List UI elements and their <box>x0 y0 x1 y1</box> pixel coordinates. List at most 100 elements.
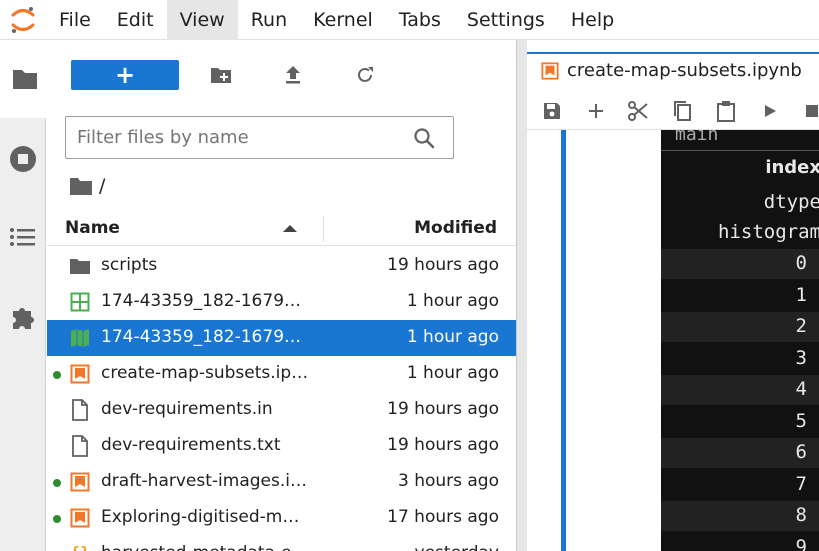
menu-tabs[interactable]: Tabs <box>386 0 454 40</box>
upload-button[interactable] <box>279 61 307 89</box>
output-row-dtype: dtype <box>661 188 819 218</box>
output-row-index: 4 <box>795 378 807 400</box>
file-name: draft-harvest-images.i… <box>101 471 307 491</box>
extensions-tab[interactable] <box>0 278 46 356</box>
home-folder-icon[interactable] <box>69 176 93 196</box>
breadcrumb: / <box>69 174 105 198</box>
file-browser-tab[interactable] <box>0 40 46 118</box>
file-list: scripts 19 hours ago 174-43359_182-1679…… <box>47 248 516 551</box>
cell-output: main index dtype histogram 0 1 2 3 4 5 6… <box>661 130 819 551</box>
modified-column-header[interactable]: Modified <box>414 218 497 238</box>
notebook-icon <box>69 363 91 385</box>
stop-circle-icon <box>10 146 36 172</box>
output-row-index: 3 <box>795 347 807 369</box>
file-row-create-map-subsets[interactable]: create-map-subsets.ip… 1 hour ago <box>47 356 516 392</box>
notebook-tab-label: create-map-subsets.ipynb <box>567 60 802 81</box>
save-button[interactable] <box>539 98 565 124</box>
output-table-header: index <box>661 150 819 186</box>
new-folder-icon <box>211 68 231 83</box>
active-cell-indicator[interactable] <box>561 130 566 551</box>
file-row-dev-requirements-in[interactable]: dev-requirements.in 19 hours ago <box>47 392 516 428</box>
file-row-exploring-digitised[interactable]: Exploring-digitised-m… 17 hours ago <box>47 500 516 536</box>
puzzle-icon <box>13 308 34 329</box>
stop-icon <box>806 105 818 117</box>
output-row-histogram: histogram <box>661 218 819 248</box>
new-launcher-button[interactable]: + <box>71 60 179 90</box>
notebook-panel: create-map-subsets.ipynb main index dtyp… <box>527 40 819 551</box>
output-row: 7 <box>661 470 819 500</box>
file-name: harvested-metadata-e… <box>101 543 319 551</box>
cut-cell-button[interactable] <box>625 98 651 124</box>
file-name: dev-requirements.in <box>101 399 273 419</box>
output-row-index: 6 <box>795 441 807 463</box>
refresh-icon <box>358 67 373 82</box>
column-divider[interactable] <box>323 216 324 242</box>
menu-run[interactable]: Run <box>238 0 300 40</box>
output-row: 6 <box>661 438 819 468</box>
sort-ascending-icon <box>283 225 297 232</box>
table-of-contents-tab[interactable] <box>0 198 46 276</box>
panel-splitter[interactable] <box>517 40 527 551</box>
paste-cell-button[interactable] <box>713 98 739 124</box>
running-sessions-tab[interactable] <box>0 120 46 198</box>
output-row-index: 9 <box>795 536 807 551</box>
file-row-draft-harvest-images[interactable]: draft-harvest-images.i… 3 hours ago <box>47 464 516 500</box>
file-modified: 3 hours ago <box>397 471 499 491</box>
notebook-tab[interactable]: create-map-subsets.ipynb <box>527 52 819 88</box>
menu-edit[interactable]: Edit <box>104 0 167 40</box>
filter-box <box>65 116 454 159</box>
output-row-index: 8 <box>795 504 807 526</box>
file-row-spreadsheet[interactable]: 174-43359_182-1679… 1 hour ago <box>47 284 516 320</box>
refresh-button[interactable] <box>351 61 379 89</box>
plus-icon: + <box>114 61 136 89</box>
name-column-header[interactable]: Name <box>65 218 120 238</box>
copy-icon <box>674 101 691 121</box>
notebook-icon <box>69 507 91 529</box>
menu-view[interactable]: View <box>166 0 238 40</box>
jupyter-logo[interactable] <box>0 0 46 40</box>
file-row-dev-requirements-txt[interactable]: dev-requirements.txt 19 hours ago <box>47 428 516 464</box>
output-label: dtype <box>763 191 819 213</box>
running-indicator <box>53 479 61 487</box>
menu-settings[interactable]: Settings <box>454 0 558 40</box>
output-header-index: index <box>765 157 819 178</box>
copy-cell-button[interactable] <box>669 98 695 124</box>
output-row: 2 <box>661 312 819 342</box>
new-folder-button[interactable] <box>207 61 235 89</box>
output-row: 1 <box>661 281 819 311</box>
file-row-harvested-metadata[interactable]: {} harvested-metadata-e… yesterday <box>47 536 516 551</box>
menu-file[interactable]: File <box>46 0 104 40</box>
file-modified: 19 hours ago <box>387 255 499 275</box>
paste-icon <box>717 101 735 122</box>
file-name: dev-requirements.txt <box>101 435 281 455</box>
breadcrumb-root[interactable]: / <box>99 175 105 197</box>
output-row-index: 7 <box>795 473 807 495</box>
output-row-index: 1 <box>795 284 807 306</box>
folder-icon <box>69 255 91 277</box>
file-row-scripts[interactable]: scripts 19 hours ago <box>47 248 516 284</box>
file-modified: 1 hour ago <box>406 363 499 383</box>
interrupt-kernel-button[interactable] <box>799 98 819 124</box>
file-modified: yesterday <box>415 543 499 551</box>
file-name: create-map-subsets.ip… <box>101 363 309 383</box>
output-row: 5 <box>661 407 819 437</box>
notebook-toolbar <box>527 90 819 130</box>
filter-files-input[interactable] <box>66 117 406 158</box>
output-main-text: main <box>675 130 719 145</box>
file-name: scripts <box>101 255 158 275</box>
file-row-map-selected[interactable]: 174-43359_182-1679… 1 hour ago <box>47 320 516 356</box>
menu-kernel[interactable]: Kernel <box>300 0 386 40</box>
file-browser: + / <box>47 40 517 551</box>
play-icon <box>765 105 776 117</box>
spreadsheet-icon <box>69 291 91 313</box>
insert-cell-button[interactable] <box>583 98 609 124</box>
file-modified: 19 hours ago <box>387 435 499 455</box>
run-cell-button[interactable] <box>757 98 783 124</box>
map-icon <box>69 327 91 349</box>
menu-bar: File Edit View Run Kernel Tabs Settings … <box>0 0 819 40</box>
file-name: 174-43359_182-1679… <box>101 327 302 347</box>
menu-help[interactable]: Help <box>558 0 627 40</box>
file-icon <box>69 435 91 457</box>
folder-icon <box>12 70 37 89</box>
file-modified: 1 hour ago <box>406 327 499 347</box>
